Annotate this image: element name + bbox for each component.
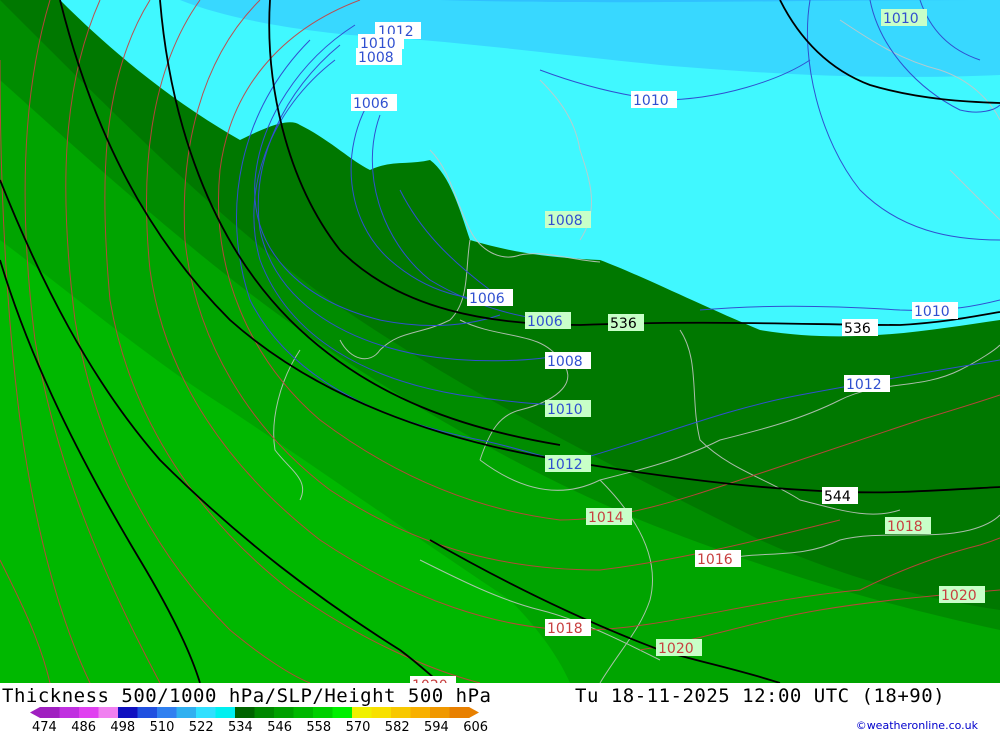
svg-text:1020: 1020: [658, 641, 694, 657]
legend-tick-label: 486: [71, 720, 96, 733]
svg-text:1012: 1012: [846, 377, 882, 393]
legend-swatch: [59, 707, 80, 718]
svg-text:1008: 1008: [547, 354, 583, 370]
isobar-label: 1018: [545, 619, 591, 637]
svg-text:1010: 1010: [883, 11, 919, 27]
legend-swatch: [371, 707, 392, 718]
height-label: 544: [822, 487, 858, 505]
legend-swatch: [176, 707, 197, 718]
isobar-label: 1010: [545, 400, 591, 418]
height-label: 536: [608, 314, 644, 332]
isobar-label: 1020: [656, 639, 702, 657]
legend-tick-label: 606: [463, 720, 488, 733]
legend-swatch: [332, 707, 353, 718]
svg-text:544: 544: [824, 489, 851, 505]
isobar-label: 1008: [545, 211, 591, 229]
svg-text:1008: 1008: [547, 213, 583, 229]
legend-swatch: [313, 707, 333, 718]
legend-swatch: [254, 707, 275, 718]
legend-tick-label: 558: [306, 720, 331, 733]
svg-text:1020: 1020: [941, 588, 977, 604]
svg-text:536: 536: [844, 321, 871, 337]
legend-tick-label: 546: [267, 720, 292, 733]
svg-text:1006: 1006: [469, 291, 505, 307]
isobar-label: 1020: [939, 586, 985, 604]
legend-swatch: [449, 707, 470, 718]
legend-swatch: [352, 707, 372, 718]
svg-text:1010: 1010: [547, 402, 583, 418]
legend-tick-label: 510: [150, 720, 175, 733]
legend-tick-label: 570: [346, 720, 371, 733]
legend-tick-label: 474: [32, 720, 57, 733]
isobar-label: 1006: [525, 312, 571, 330]
height-label: 536: [842, 319, 878, 337]
legend-swatch: [98, 707, 119, 718]
isobar-label: 1006: [467, 289, 513, 307]
svg-text:1014: 1014: [588, 510, 624, 526]
legend-arrow-left: [30, 707, 40, 718]
legend-swatch: [215, 707, 236, 718]
credit-link[interactable]: ©weatheronline.co.uk: [856, 719, 978, 732]
legend-swatch: [157, 707, 177, 718]
legend-swatch: [235, 707, 255, 718]
svg-text:1018: 1018: [887, 519, 923, 535]
svg-text:1006: 1006: [353, 96, 389, 112]
weather-map-viewer: 1012 1010 1008 1006 1010 1008 1006 1006 …: [0, 0, 1000, 733]
legend-tick-label: 534: [228, 720, 253, 733]
isobar-label: 1008: [356, 48, 402, 66]
svg-text:1016: 1016: [697, 552, 733, 568]
valid-time: Tu 18-11-2025 12:00 UTC (18+90): [575, 685, 946, 707]
legend-arrow-right: [469, 707, 479, 718]
legend-swatch: [118, 707, 138, 718]
isobar-label: 1020: [410, 676, 456, 683]
legend-swatch: [293, 707, 314, 718]
isobar-label: 1010: [631, 91, 677, 109]
svg-text:536: 536: [610, 316, 637, 332]
legend-tick-label: 582: [385, 720, 410, 733]
map-footer: Thickness 500/1000 hPa/SLP/Height 500 hP…: [0, 683, 1000, 733]
legend-swatch: [79, 707, 99, 718]
map-canvas: 1012 1010 1008 1006 1010 1008 1006 1006 …: [0, 0, 1000, 683]
isobar-label: 1008: [545, 352, 591, 370]
legend-tick-label: 594: [424, 720, 449, 733]
svg-text:1010: 1010: [914, 304, 950, 320]
product-title: Thickness 500/1000 hPa/SLP/Height 500 hP…: [2, 685, 492, 707]
isobar-label: 1010: [881, 9, 927, 27]
legend-swatch: [430, 707, 450, 718]
isobar-label: 1012: [545, 455, 591, 473]
color-scale-legend: 474 486 498 510 522 534 546 558 570 582 594 606: [30, 707, 488, 733]
legend-tick-label: 498: [110, 720, 135, 733]
legend-swatch: [274, 707, 294, 718]
legend-tick-label: 522: [189, 720, 214, 733]
svg-text:1006: 1006: [527, 314, 563, 330]
legend-swatch: [137, 707, 158, 718]
svg-text:1008: 1008: [358, 50, 394, 66]
svg-text:1018: 1018: [547, 621, 583, 637]
isobar-label: 1010: [912, 302, 958, 320]
isobar-label: 1014: [586, 508, 632, 526]
legend-swatch: [40, 707, 60, 718]
svg-text:1012: 1012: [547, 457, 583, 473]
legend-swatch: [410, 707, 431, 718]
isobar-label: 1016: [695, 550, 741, 568]
legend-swatch: [196, 707, 216, 718]
isobar-label: 1018: [885, 517, 931, 535]
svg-text:1010: 1010: [633, 93, 669, 109]
isobar-label: 1006: [351, 94, 397, 112]
legend-swatch: [391, 707, 411, 718]
isobar-label: 1012: [844, 375, 890, 393]
